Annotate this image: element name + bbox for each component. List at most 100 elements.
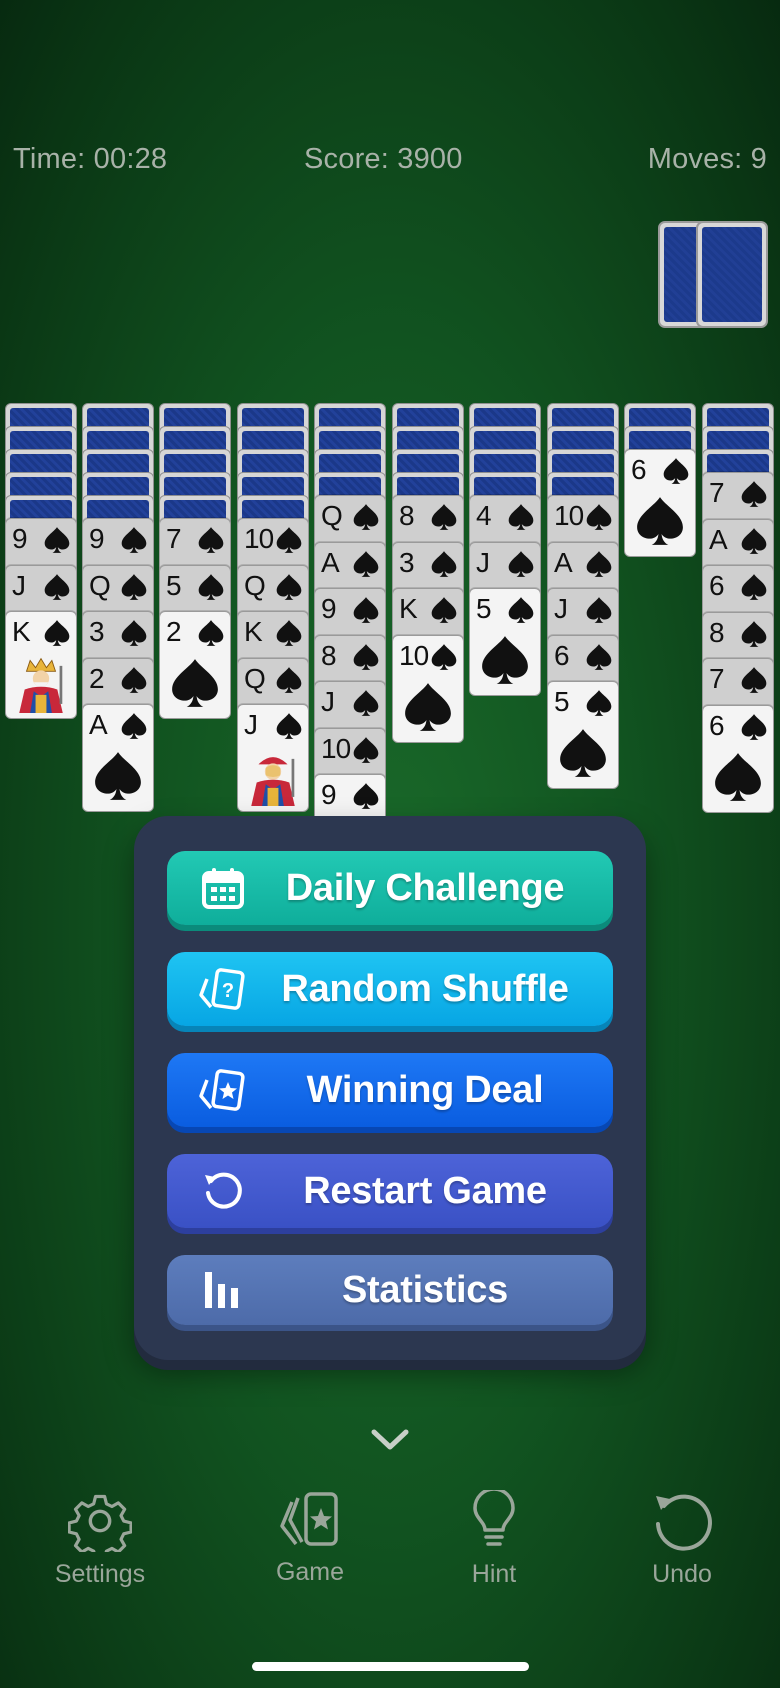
card-rank: 7 (709, 663, 725, 694)
spade-icon (431, 504, 457, 530)
spade-icon (121, 666, 147, 693)
card-rank: Q (244, 569, 266, 601)
svg-text:?: ? (222, 980, 234, 1002)
card-rank: A (554, 546, 573, 578)
daily-challenge-label: Daily Challenge (285, 866, 565, 909)
spade-icon (637, 497, 683, 545)
question-cards-icon: ? (193, 965, 253, 1013)
card-rank: 5 (166, 569, 182, 601)
card-rank: 9 (12, 523, 28, 554)
time-label: Time: 00:28 (13, 143, 168, 175)
spade-icon (741, 713, 767, 740)
restart-game-label: Restart Game (303, 1169, 547, 1212)
card-rank: 10 (321, 732, 351, 764)
tab-game[interactable]: Game (240, 1490, 380, 1587)
spade-icon (741, 620, 767, 647)
card-rank: 5 (554, 686, 570, 717)
random-shuffle-label: Random Shuffle (281, 967, 569, 1010)
spade-icon (508, 597, 534, 623)
daily-challenge-button[interactable]: Daily Challenge (167, 851, 613, 925)
card-rank: 7 (166, 523, 182, 554)
spade-icon (431, 597, 457, 623)
card-rank: J (244, 709, 258, 740)
card-rank: 6 (554, 639, 570, 671)
card-rank: 9 (89, 523, 105, 554)
statistics-button[interactable]: Statistics (167, 1255, 613, 1325)
spade-icon (44, 620, 70, 646)
spade-icon (508, 550, 534, 577)
playing-card[interactable]: 5 (547, 681, 619, 789)
spade-icon (586, 550, 612, 577)
moves-label: Moves: 9 (647, 143, 767, 175)
lightbulb-icon (473, 1490, 515, 1546)
card-rank: 6 (709, 570, 725, 601)
winning-deal-label: Winning Deal (306, 1068, 544, 1111)
playing-card[interactable]: J (237, 704, 309, 812)
spade-icon (353, 783, 379, 809)
card-rank: J (476, 546, 490, 578)
playing-card[interactable]: A (82, 704, 154, 812)
spade-icon (95, 752, 141, 800)
spade-icon (431, 643, 457, 670)
playing-card[interactable]: K (5, 611, 77, 719)
spade-icon (741, 481, 767, 507)
spade-icon (121, 713, 147, 739)
tab-undo[interactable]: Undo (612, 1490, 752, 1589)
playing-card[interactable]: 10 (392, 634, 464, 743)
undo-icon (656, 1494, 712, 1551)
stock-card[interactable] (696, 221, 768, 328)
spade-icon (405, 682, 451, 731)
spade-icon (276, 666, 302, 693)
card-rank: 7 (709, 477, 725, 508)
card-rank: Q (244, 662, 266, 694)
card-rank: 8 (709, 616, 725, 648)
gear-icon (68, 1494, 132, 1552)
playing-card[interactable]: 6 (702, 704, 774, 813)
spade-icon (121, 527, 147, 553)
spade-icon (741, 667, 767, 693)
spade-icon (276, 713, 302, 739)
card-rank: 9 (321, 779, 337, 810)
winning-deal-button[interactable]: Winning Deal (167, 1053, 613, 1127)
spade-icon (198, 573, 224, 600)
chevron-down-icon[interactable] (370, 1428, 410, 1452)
spade-icon (44, 527, 70, 553)
card-rank: 2 (166, 616, 182, 647)
card-rank: 3 (399, 546, 415, 578)
card-rank: 10 (244, 523, 274, 554)
tab-hint[interactable]: Hint (424, 1490, 564, 1589)
playing-card[interactable]: 6 (624, 449, 696, 557)
restart-game-button[interactable]: Restart Game (167, 1154, 613, 1228)
spade-icon (121, 573, 147, 600)
home-indicator (252, 1662, 529, 1671)
card-rank: Q (321, 500, 343, 531)
tab-hint-label: Hint (471, 1560, 517, 1588)
spade-icon (198, 527, 224, 553)
random-shuffle-button[interactable]: ? Random Shuffle (167, 952, 613, 1026)
spade-icon (353, 597, 379, 623)
tab-settings[interactable]: Settings (30, 1490, 170, 1589)
tab-game-label: Game (275, 1558, 345, 1586)
king-face-icon (19, 657, 63, 713)
card-rank: 6 (709, 709, 725, 741)
card-rank: 5 (476, 593, 492, 624)
spade-icon (44, 573, 70, 600)
score-label: Score: 3900 (304, 143, 463, 175)
spade-icon (741, 527, 767, 554)
spade-icon (482, 636, 528, 684)
card-rank: 4 (476, 500, 492, 531)
card-rank: K (12, 616, 31, 647)
calendar-icon (193, 864, 253, 912)
card-rank: J (554, 593, 568, 624)
star-cards-icon (193, 1066, 253, 1114)
spade-icon (508, 504, 534, 530)
playing-card[interactable]: 2 (159, 611, 231, 719)
spade-icon (172, 659, 218, 707)
card-rank: K (244, 616, 263, 647)
spade-icon (353, 550, 379, 577)
tab-settings-label: Settings (54, 1560, 146, 1588)
spade-icon (586, 690, 612, 716)
game-menu-panel: Daily Challenge ? Random Shuffle Winning… (134, 816, 646, 1360)
playing-card[interactable]: 5 (469, 588, 541, 696)
spade-icon (353, 643, 379, 670)
